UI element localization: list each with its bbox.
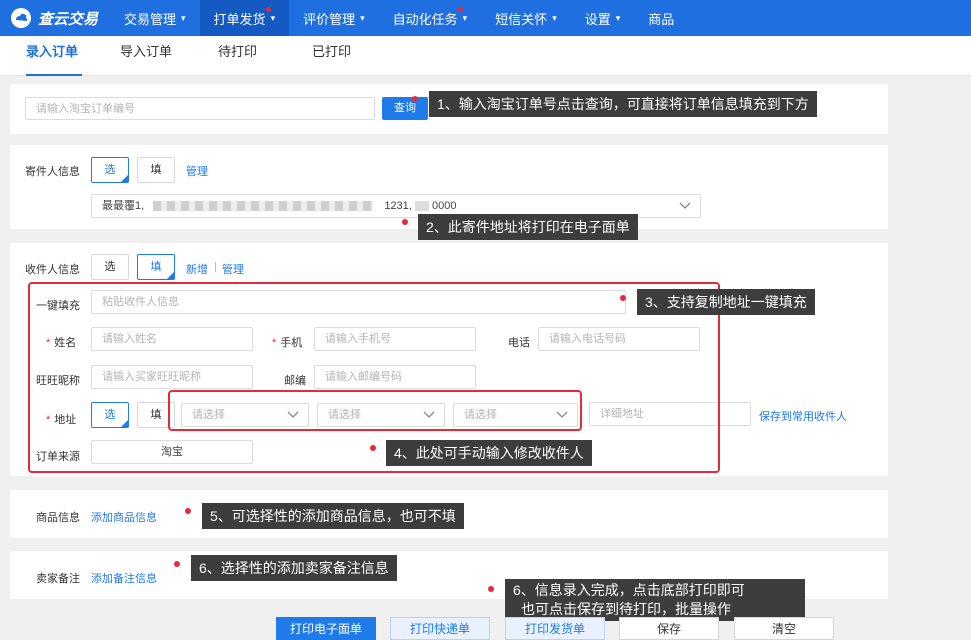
tip-marker bbox=[412, 96, 418, 102]
save-contact-link[interactable]: 保存到常用收件人 bbox=[759, 408, 847, 424]
nav-item-label: 商品 bbox=[648, 11, 675, 27]
tab-pending-print[interactable]: 待打印 bbox=[218, 36, 257, 76]
receiver-manage-link[interactable]: 管理 bbox=[222, 261, 244, 277]
nav-item-0[interactable]: 交易管理 ▾ bbox=[110, 0, 200, 36]
receiver-label: 收件人信息 bbox=[25, 264, 80, 276]
tip-6a: 6、选择性的添加卖家备注信息 bbox=[191, 555, 397, 581]
tip-marker bbox=[370, 445, 376, 451]
sender-label: 寄件人信息 bbox=[25, 166, 80, 178]
chevron-down-icon bbox=[679, 202, 691, 209]
nav-item-6[interactable]: 商品 bbox=[634, 0, 688, 36]
brand-name: 查云交易 bbox=[38, 10, 99, 28]
print-express-button[interactable]: 打印快递单 bbox=[390, 617, 490, 640]
tip-5: 5、可选择性的添加商品信息，也可不填 bbox=[202, 503, 464, 529]
sender-address-value: 最最覆1, bbox=[102, 200, 145, 212]
notification-dot bbox=[457, 7, 463, 12]
query-button[interactable]: 查询 bbox=[382, 97, 428, 120]
redacted-address bbox=[153, 201, 374, 212]
chevron-down-icon: ▾ bbox=[552, 12, 557, 23]
tip-1: 1、输入淘宝订单号点击查询，可直接将订单信息填充到下方 bbox=[429, 91, 817, 117]
chevron-down-icon: ▾ bbox=[615, 12, 621, 23]
nav-item-2[interactable]: 评价管理 ▾ bbox=[289, 0, 379, 36]
save-button[interactable]: 保存 bbox=[619, 617, 719, 640]
tip-marker bbox=[620, 295, 626, 301]
print-delivery-button[interactable]: 打印发货单 bbox=[505, 617, 605, 640]
nav-item-label: 打单发货 bbox=[213, 11, 266, 27]
receiver-fill-toggle[interactable]: 填 bbox=[137, 254, 175, 280]
tip-marker bbox=[185, 508, 191, 514]
tip-marker bbox=[402, 219, 408, 225]
nav-item-label: 短信关怀 bbox=[495, 11, 548, 27]
nav-item-3[interactable]: 自动化任务 ▾ bbox=[379, 0, 482, 36]
sub-tabs: 录入订单 导入订单 待打印 已打印 bbox=[0, 36, 971, 76]
add-goods-link[interactable]: 添加商品信息 bbox=[91, 509, 157, 525]
receiver-add-link[interactable]: 新增 bbox=[186, 261, 208, 277]
chevron-down-icon: ▾ bbox=[270, 12, 276, 23]
divider bbox=[215, 262, 216, 272]
nav-item-label: 评价管理 bbox=[303, 11, 356, 27]
tip-3: 3、支持复制地址一键填充 bbox=[637, 289, 815, 315]
nav-item-label: 设置 bbox=[584, 11, 611, 27]
add-remark-link[interactable]: 添加备注信息 bbox=[91, 570, 157, 586]
tip-6b-line1: 6、信息录入完成，点击底部打印即可 bbox=[513, 582, 745, 598]
tip-6b: 6、信息录入完成，点击底部打印即可 也可点击保存到待打印，批量操作 bbox=[505, 579, 805, 621]
print-waybill-button[interactable]: 打印电子面单 bbox=[276, 617, 376, 640]
nav-item-1[interactable]: 打单发货 ▾ bbox=[199, 0, 290, 36]
chevron-down-icon: ▾ bbox=[462, 12, 468, 23]
clear-button[interactable]: 清空 bbox=[734, 617, 834, 640]
nav-item-4[interactable]: 短信关怀 ▾ bbox=[481, 0, 571, 36]
tab-import-order[interactable]: 导入订单 bbox=[120, 36, 172, 76]
tab-enter-order[interactable]: 录入订单 bbox=[26, 36, 82, 76]
brand-logo[interactable]: 查云交易 bbox=[0, 7, 110, 29]
top-nav: 查云交易 交易管理 ▾ 打单发货 ▾ 评价管理 ▾ 自动化任务 ▾ 短信关怀 ▾ 设置 ▾ 商品 bbox=[0, 0, 971, 36]
chevron-down-icon: ▾ bbox=[181, 12, 186, 23]
tip-marker bbox=[488, 586, 494, 592]
receiver-choose-toggle[interactable]: 选 bbox=[91, 254, 129, 280]
sender-choose-toggle[interactable]: 选 bbox=[91, 157, 129, 183]
nav-item-label: 自动化任务 bbox=[392, 11, 458, 27]
notification-dot bbox=[265, 7, 271, 12]
nav-item-5[interactable]: 设置 ▾ bbox=[571, 0, 635, 36]
tab-printed[interactable]: 已打印 bbox=[312, 36, 351, 76]
sender-manage-link[interactable]: 管理 bbox=[186, 163, 208, 179]
nav-item-label: 交易管理 bbox=[124, 11, 177, 27]
goods-label: 商品信息 bbox=[36, 512, 80, 524]
tip-4: 4、此处可手动输入修改收件人 bbox=[386, 440, 592, 466]
sender-fill-toggle[interactable]: 填 bbox=[137, 157, 175, 183]
tip-2: 2、此寄件地址将打印在电子面单 bbox=[418, 214, 638, 240]
remark-label: 卖家备注 bbox=[36, 573, 80, 585]
order-number-input[interactable] bbox=[25, 97, 375, 120]
cloud-logo-icon bbox=[11, 8, 31, 28]
chevron-down-icon: ▾ bbox=[360, 12, 365, 23]
tip-marker bbox=[174, 561, 180, 567]
highlight-box bbox=[168, 390, 582, 431]
